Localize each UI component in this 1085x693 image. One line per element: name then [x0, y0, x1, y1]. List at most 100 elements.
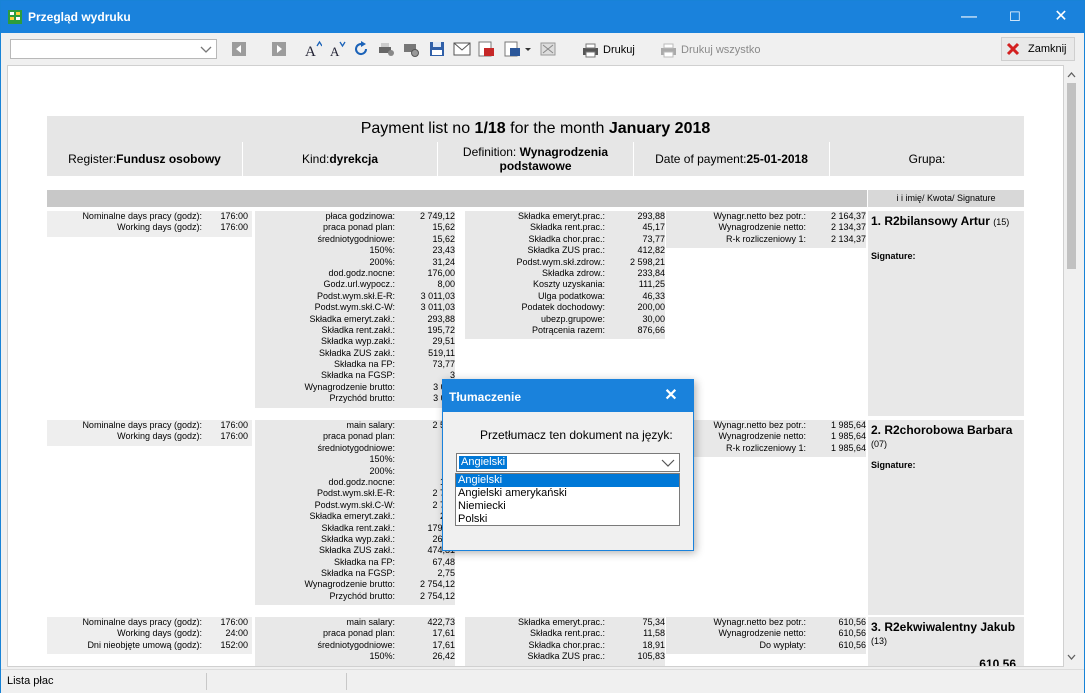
payroll-item: Składka emeryt.zakł.: 293,88	[255, 314, 455, 325]
payroll-item: Składka rent.zakł.:179,02	[255, 523, 455, 534]
scroll-up-icon[interactable]	[1064, 67, 1079, 82]
page-combo[interactable]	[10, 39, 217, 59]
payroll-item-label: R-k rozliczeniowy 1:	[725, 442, 806, 453]
payroll-item-value: 176:00	[220, 222, 248, 233]
payroll-item-value: 610,56	[838, 628, 866, 639]
signature-label: Signature:	[871, 251, 916, 261]
payroll-item-value: 152:00	[220, 639, 248, 650]
language-option[interactable]: Angielski	[456, 474, 679, 487]
payroll-item-value: 422,73	[427, 617, 455, 627]
payroll-item-label: Składka rent.prac.:	[529, 628, 605, 639]
payroll-item: Wynagrodzenie brutto: 2 754,12	[255, 579, 455, 590]
date-cell: Date of payment: 25-01-2018	[634, 142, 830, 176]
export-menu-button[interactable]	[502, 39, 534, 59]
kind-label: Kind:	[301, 152, 330, 166]
email-button[interactable]	[453, 39, 471, 59]
export-pdf-button[interactable]	[477, 39, 495, 59]
payroll-item: Wynagrodzenie brutto:3 011	[255, 382, 455, 393]
language-option[interactable]: Polski	[456, 513, 679, 526]
dialog-close-button[interactable]: ✕	[649, 380, 693, 412]
maximize-button[interactable]: ☐	[992, 1, 1038, 33]
payroll-item: Składka na FGSP: 2,75	[255, 568, 455, 579]
payroll-item: średniotygodniowe: 15,62	[255, 234, 455, 245]
title-bar: Przegląd wydruku — ☐ ✕	[1, 1, 1084, 33]
payroll-item: Składka rent.zakł.: 195,72	[255, 325, 455, 336]
scroll-down-icon[interactable]	[1064, 650, 1079, 665]
payroll-item-label: Wynagrodzenie netto:	[718, 222, 806, 233]
font-smaller-icon: A	[330, 41, 346, 58]
close-window-button[interactable]: ✕	[1038, 1, 1084, 33]
employee-name-cell: 3. R2ekwiwalentny Jakub (13) 610,56	[868, 617, 1024, 666]
fit-page-button[interactable]	[539, 39, 557, 59]
report-title: Payment list no 1/18 for the month Janua…	[47, 116, 1024, 142]
payroll-item: Potrącenia razem: 876,66	[465, 325, 665, 336]
refresh-button[interactable]	[352, 39, 370, 59]
payroll-item: Składka zdrow.: 233,84	[465, 268, 665, 279]
payroll-item: Nominalne days pracy (godz): 176:00	[47, 211, 252, 222]
payroll-item-label: R-k rozliczeniowy 1:	[725, 233, 806, 244]
payroll-item-value: 2 754,12	[419, 579, 455, 590]
payroll-item-value: 2 134,37	[830, 222, 866, 233]
payroll-item-label: Working days (godz):	[117, 431, 202, 442]
payroll-item-label: praca ponad plan:	[322, 431, 395, 442]
payroll-item-label: średniotygodniowe:	[317, 639, 395, 650]
payroll-item: Przychód brutto: 2 754,12	[255, 591, 455, 602]
payroll-item-value: 200,00	[637, 302, 665, 313]
close-report-button[interactable]: Zamknij	[1001, 37, 1075, 61]
kind-value: dyrekcja	[329, 152, 379, 166]
payroll-item-value: 18,91	[642, 639, 665, 650]
payroll-item-label: Składka na FGSP:	[320, 568, 395, 579]
payroll-item-value: 111,25	[638, 279, 665, 290]
next-arrow-icon	[272, 42, 286, 56]
payroll-item: Składka wyp.zakł.:26,99	[255, 534, 455, 545]
payroll-item-label: Składka ZUS prac.:	[527, 245, 605, 256]
print-settings-button[interactable]	[377, 39, 395, 59]
print-all-label: Drukuj wszystko	[681, 44, 761, 56]
minimize-button[interactable]: —	[946, 1, 992, 33]
payroll-item-value: 2 754,12	[419, 590, 455, 601]
payroll-item-value: 105,83	[637, 651, 665, 662]
language-select[interactable]: Angielski	[456, 453, 680, 472]
payroll-item: 150%: 26,42	[255, 651, 455, 662]
payroll-item-value: 11,58	[643, 628, 665, 639]
payroll-item-label: płaca godzinowa:	[325, 211, 395, 221]
language-option[interactable]: Niemiecki	[456, 500, 679, 513]
employee-name-text: 1. R2bilansowy Artur	[871, 214, 990, 228]
payroll-item: Wynagr.netto bez potr.: 1 985,64	[666, 420, 866, 431]
report-preview[interactable]: Payment list no 1/18 for the month Janua…	[7, 65, 1064, 667]
payroll-item: Składka chor.prac.: 73,77	[465, 234, 665, 245]
next-page-button[interactable]	[271, 39, 287, 59]
vertical-scrollbar[interactable]	[1064, 65, 1079, 667]
svg-text:A: A	[305, 44, 316, 58]
payroll-item-label: 150%:	[369, 651, 395, 662]
print-label: Drukuj	[603, 44, 635, 56]
print-all-button[interactable]: Drukuj wszystko	[660, 39, 760, 61]
printer-all-icon	[661, 43, 676, 57]
zoom-in-button[interactable]: A	[304, 39, 322, 59]
payroll-item: dod.godz.nocne: 176,00	[255, 268, 455, 279]
prev-page-button[interactable]	[231, 39, 247, 59]
payroll-item: Podst.wym.skł.C-W:2 754	[255, 500, 455, 511]
zoom-out-button[interactable]: A	[328, 39, 346, 59]
payroll-item: Wynagrodzenie netto: 2 134,37	[666, 222, 866, 233]
payroll-item-label: 150%:	[369, 245, 395, 256]
payroll-item-label: Nominalne days pracy (godz):	[82, 420, 202, 430]
employee-c2-column: płaca godzinowa: 2 749,12 praca ponad plan…	[255, 211, 455, 408]
payroll-item-label: Nominalne days pracy (godz):	[82, 617, 202, 627]
definition-cell: Definition: Wynagrodzenia podstawowe	[438, 142, 634, 176]
page-setup-button[interactable]	[402, 39, 420, 59]
payroll-item-label: Wynagrodzenie brutto:	[304, 579, 395, 590]
language-option[interactable]: Angielski amerykański	[456, 487, 679, 500]
payroll-item: Working days (godz): 176:00	[47, 431, 252, 442]
payroll-item: main salary: 422,73	[255, 617, 455, 628]
payroll-item-label: Nominalne days pracy (godz):	[82, 211, 202, 221]
save-button[interactable]	[428, 39, 446, 59]
scroll-thumb[interactable]	[1067, 83, 1076, 269]
payroll-item-value: 2,75	[437, 568, 455, 579]
print-button[interactable]: Drukuj	[582, 39, 635, 61]
employee-name: 2. R2chorobowa Barbara (07)	[871, 423, 1012, 449]
payroll-item: Składka na FP: 67,48	[255, 557, 455, 568]
payroll-item: Składka na FP: 73,77	[255, 359, 455, 370]
payroll-item-label: Składka wyp.zakł.:	[320, 533, 395, 544]
payroll-item: Składka na FGSP: 3	[255, 370, 455, 381]
